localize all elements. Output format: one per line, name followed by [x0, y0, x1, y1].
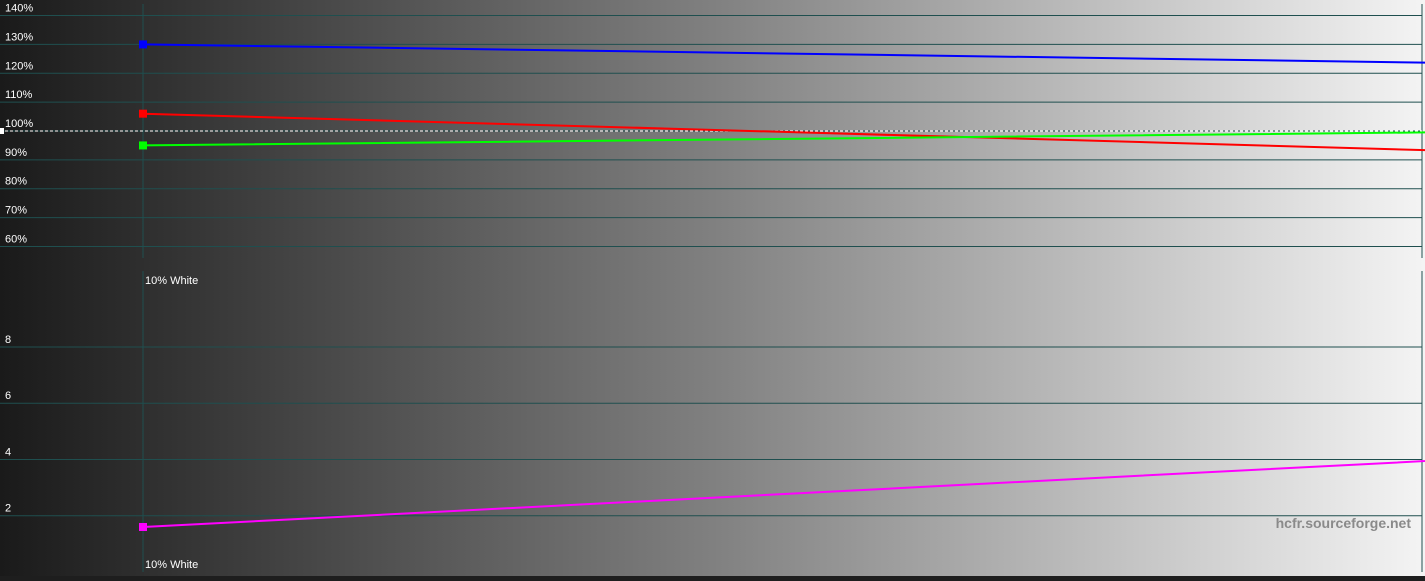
y-tick-label: 140%	[5, 3, 33, 15]
y-tick-label: 130%	[5, 31, 33, 43]
y-tick-label: 90%	[5, 147, 27, 159]
y-tick-label: 2	[5, 503, 11, 515]
chart-window: 60% 70% 80% 90% 100% 110% 120% 130% 140% 10% Whit…	[0, 0, 1425, 576]
y-tick-label: 8	[5, 334, 11, 346]
chart-canvas: 60% 70% 80% 90% 100% 110% 120% 130% 140% 10% Whit…	[0, 0, 1425, 576]
y-tick-label: 120%	[5, 60, 33, 72]
data-point	[139, 40, 147, 49]
x-tick-label: 10% White	[145, 275, 198, 287]
y-tick-label: 110%	[5, 89, 33, 101]
x-tick-label: 10% White	[145, 559, 198, 571]
y-tick-label: 60%	[5, 233, 27, 245]
y-tick-label: 4	[5, 446, 11, 458]
y-tick-label: 6	[5, 390, 11, 402]
chart-background	[0, 0, 1425, 576]
reference-marker	[0, 128, 4, 134]
data-point	[139, 109, 147, 118]
data-point	[139, 522, 147, 531]
y-tick-label: 100%	[5, 118, 33, 130]
y-tick-label: 70%	[5, 205, 27, 217]
watermark: hcfr.sourceforge.net	[1276, 515, 1412, 531]
y-tick-label: 80%	[5, 176, 27, 188]
data-point	[139, 141, 147, 150]
